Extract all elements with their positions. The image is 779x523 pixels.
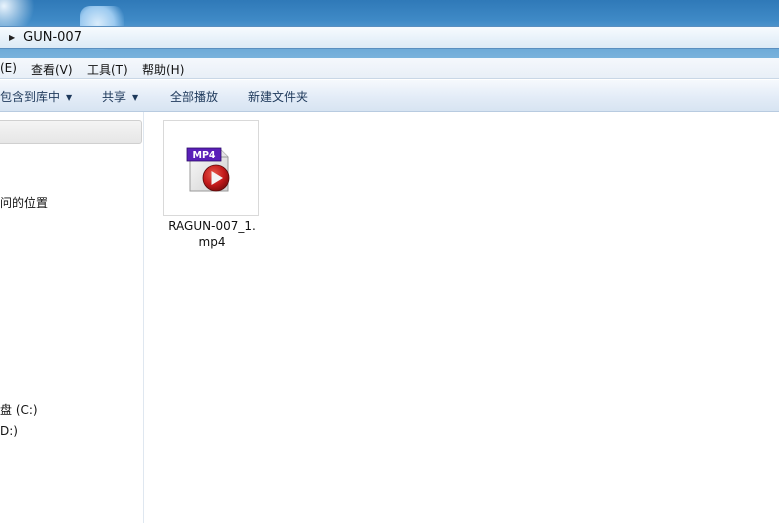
file-item[interactable]: MP4 <box>163 120 259 216</box>
navigation-pane: 问的位置 盘 (C:) D:) <box>0 112 144 523</box>
file-name-label[interactable]: RAGUN-007_1. mp4 <box>149 218 275 250</box>
menu-help[interactable]: 帮助(H) <box>142 61 184 78</box>
nav-item-local-disk-c[interactable]: 盘 (C:) <box>0 401 38 418</box>
nav-item-disk-d[interactable]: D:) <box>0 424 18 438</box>
new-folder-button[interactable]: 新建文件夹 <box>248 88 308 105</box>
menu-tools[interactable]: 工具(T) <box>87 61 128 78</box>
explorer-window: ▶ GUN-007 (E) 查看(V) 工具(T) 帮助(H) 包含到库中 ▼ 共… <box>0 0 779 523</box>
include-in-library-button[interactable]: 包含到库中 ▼ <box>0 88 72 105</box>
command-bar: 包含到库中 ▼ 共享 ▼ 全部播放 新建文件夹 <box>0 80 779 112</box>
share-label: 共享 <box>102 90 127 104</box>
menu-view[interactable]: 查看(V) <box>31 61 73 78</box>
share-button[interactable]: 共享 ▼ <box>102 88 138 105</box>
chevron-down-icon: ▼ <box>66 93 73 102</box>
mp4-video-icon: MP4 <box>186 147 230 192</box>
include-in-library-label: 包含到库中 <box>0 90 61 104</box>
mp4-badge-text: MP4 <box>192 150 215 161</box>
address-bar[interactable]: ▶ GUN-007 <box>0 26 779 49</box>
file-list-pane: MP4 RAGUN-007_1. mp4 <box>145 112 779 523</box>
menu-bar: (E) 查看(V) 工具(T) 帮助(H) <box>0 58 779 79</box>
play-all-button[interactable]: 全部播放 <box>170 88 218 105</box>
nav-item-recent-places[interactable]: 问的位置 <box>0 194 48 211</box>
breadcrumb-arrow-icon[interactable]: ▶ <box>9 33 15 42</box>
breadcrumb-current-folder[interactable]: GUN-007 <box>23 30 82 45</box>
chevron-down-icon: ▼ <box>132 93 139 102</box>
nav-pane-header[interactable] <box>0 120 142 144</box>
menu-edit[interactable]: (E) <box>0 61 17 75</box>
